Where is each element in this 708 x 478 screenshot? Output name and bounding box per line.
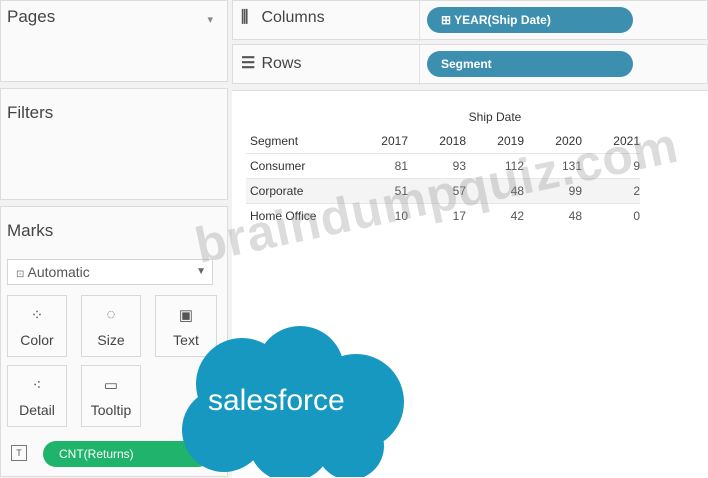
rows-label: Rows: [261, 55, 302, 72]
tooltip-label: Tooltip: [90, 402, 132, 418]
detail-button[interactable]: ⁖ Detail: [7, 365, 67, 427]
table-cell[interactable]: 48: [524, 203, 582, 228]
segment-column-header: Segment: [250, 134, 299, 148]
columns-icon: ⫼: [241, 9, 249, 26]
rows-shelf-label: ☰ Rows: [241, 53, 301, 73]
color-button[interactable]: ⁘ Color: [7, 295, 67, 357]
color-label: Color: [20, 332, 54, 348]
size-label: Size: [97, 332, 125, 348]
mark-type-icon: ⊡: [16, 269, 25, 280]
year-header[interactable]: 2018: [408, 129, 466, 154]
segment-label[interactable]: Consumer: [246, 153, 350, 179]
pages-title: Pages: [7, 7, 56, 26]
columns-shelf-label: ⫼ Columns: [241, 9, 325, 27]
rows-shelf[interactable]: ☰ Rows Segment: [232, 44, 708, 85]
mark-type-label: Automatic: [27, 264, 90, 280]
color-dots-icon: ⁘: [30, 307, 44, 324]
filters-title: Filters: [7, 103, 54, 122]
year-ship-date-pill[interactable]: ⊞ YEAR(Ship Date): [427, 7, 633, 33]
detail-label: Detail: [19, 402, 55, 418]
segment-pill[interactable]: Segment: [427, 51, 633, 77]
ship-date-header: Ship Date: [468, 110, 522, 124]
detail-icon: ⁖: [32, 377, 42, 394]
text-encoding-icon[interactable]: T: [11, 445, 27, 461]
table-cell[interactable]: 0: [582, 203, 640, 228]
columns-label: Columns: [261, 9, 325, 26]
pages-panel: Pages ▾: [0, 0, 228, 82]
salesforce-logo-text: salesforce: [208, 384, 345, 417]
tooltip-button[interactable]: ▭ Tooltip: [81, 365, 141, 427]
rows-icon: ☰: [241, 55, 256, 72]
year-header[interactable]: 2017: [350, 129, 408, 154]
columns-shelf[interactable]: ⫼ Columns ⊞ YEAR(Ship Date): [232, 0, 708, 41]
marks-title: Marks: [7, 221, 54, 240]
tooltip-icon: ▭: [103, 377, 119, 394]
shelf-divider: [419, 45, 420, 85]
pages-menu-icon[interactable]: ▾: [207, 13, 213, 26]
size-icon: ◌: [106, 306, 116, 323]
size-button[interactable]: ◌ Size: [81, 295, 141, 357]
filters-panel[interactable]: Filters: [0, 88, 228, 200]
shelf-divider: [419, 1, 420, 41]
mark-type-dropdown[interactable]: ⊡ Automatic ▼: [7, 259, 213, 285]
